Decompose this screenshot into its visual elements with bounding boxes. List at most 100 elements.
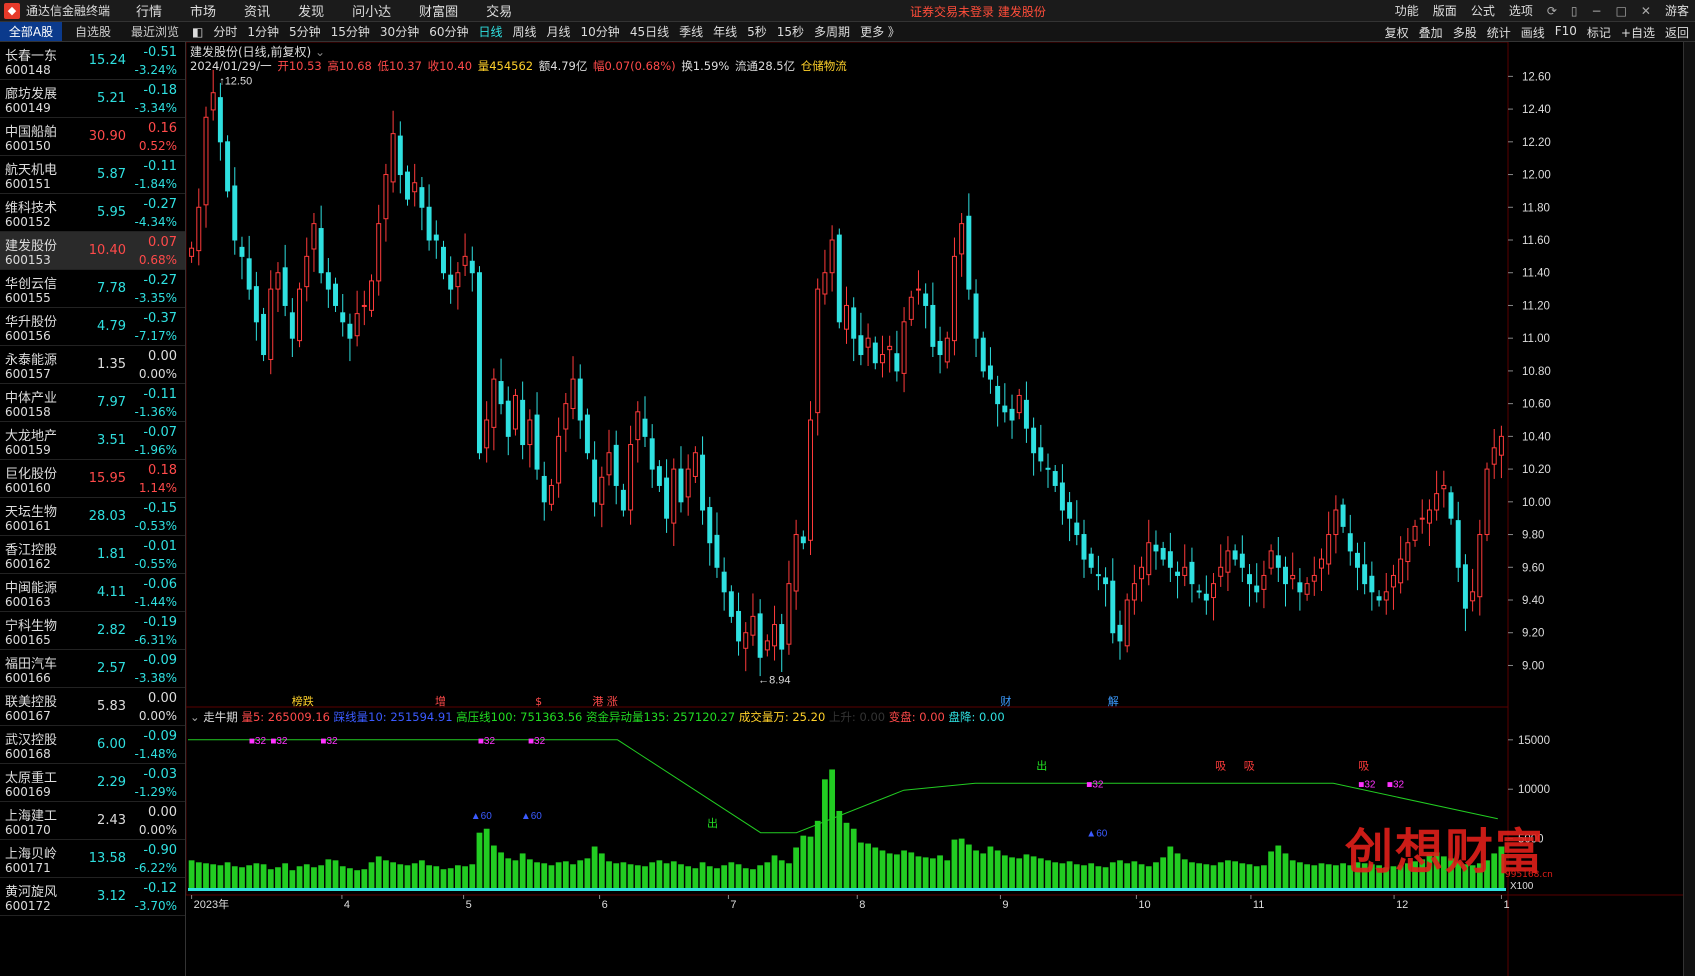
stock-row[interactable]: 宁科生物 600165 2.82 -0.19 -6.31%	[0, 612, 185, 650]
chart-tool-button[interactable]: 叠加	[1419, 24, 1443, 41]
candle-down	[1189, 561, 1195, 585]
period-tab[interactable]: 15分钟	[331, 23, 370, 40]
close-icon[interactable]: ✕	[1641, 4, 1651, 18]
stock-row[interactable]: 华创云信 600155 7.78 -0.27 -3.35%	[0, 270, 185, 308]
stock-change: 0.00	[148, 349, 177, 364]
menu-quotes[interactable]: 行情	[136, 1, 162, 20]
period-tab[interactable]: 30分钟	[380, 23, 419, 40]
period-tab[interactable]: 周线	[513, 23, 537, 40]
period-tab[interactable]: 60分钟	[429, 23, 468, 40]
period-tab[interactable]: 1分钟	[247, 23, 279, 40]
period-tab[interactable]: 更多 》	[860, 23, 900, 40]
stock-row[interactable]: 中国船舶 600150 30.90 0.16 0.52%	[0, 118, 185, 156]
tab-recent[interactable]: 最近浏览	[124, 22, 186, 41]
menu-trade[interactable]: 交易	[486, 1, 512, 20]
volume-bar	[1160, 857, 1167, 888]
guest-user[interactable]: 游客	[1665, 2, 1689, 19]
period-tab[interactable]: 分时	[213, 23, 237, 40]
volume-bar	[771, 855, 778, 888]
candle-up	[1470, 591, 1476, 602]
period-tab[interactable]: 日线	[478, 23, 502, 40]
tab-watchlist[interactable]: 自选股	[62, 22, 124, 41]
menu-layout[interactable]: 版面	[1433, 2, 1457, 19]
candle-down	[800, 536, 806, 544]
menu-news[interactable]: 资讯	[244, 1, 270, 20]
stock-code: 600156	[5, 329, 51, 343]
stock-row[interactable]: 建发股份 600153 10.40 0.07 0.68%	[0, 232, 185, 270]
menu-formula[interactable]: 公式	[1471, 2, 1495, 19]
menu-wealth[interactable]: 财富圈	[419, 1, 458, 20]
period-tab[interactable]: 10分钟	[581, 23, 620, 40]
stock-name: 太原重工	[5, 771, 58, 786]
candle-up	[570, 378, 576, 410]
candle-down	[217, 97, 223, 143]
volume-bar	[764, 862, 771, 888]
candle-down	[448, 274, 454, 290]
x-axis-label: 5	[466, 899, 472, 911]
period-tab[interactable]: 多周期	[814, 23, 850, 40]
period-tab[interactable]: 季线	[679, 23, 703, 40]
chart-tool-button[interactable]: 统计	[1487, 24, 1511, 41]
ohlc-sector[interactable]: 仓储物流	[801, 59, 847, 73]
period-tab[interactable]: 45日线	[630, 23, 669, 40]
stock-row[interactable]: 中闽能源 600163 4.11 -0.06 -1.44%	[0, 574, 185, 612]
stock-row[interactable]: 上海贝岭 600171 13.58 -0.90 -6.22%	[0, 840, 185, 878]
menu-ask[interactable]: 问小达	[352, 1, 391, 20]
candle-up	[203, 116, 209, 206]
stock-row[interactable]: 永泰能源 600157 1.35 0.00 0.00%	[0, 346, 185, 384]
stock-row[interactable]: 香江控股 600162 1.81 -0.01 -0.55%	[0, 536, 185, 574]
menu-discover[interactable]: 发现	[298, 1, 324, 20]
menu-options[interactable]: 选项	[1509, 2, 1533, 19]
stock-row[interactable]: 上海建工 600170 2.43 0.00 0.00%	[0, 802, 185, 840]
event-marker: 涨	[607, 695, 618, 708]
stock-row[interactable]: 廊坊发展 600149 5.21 -0.18 -3.34%	[0, 80, 185, 118]
refresh-icon[interactable]: ⟳	[1547, 4, 1557, 18]
stock-row[interactable]: 黄河旋风 600172 3.12 -0.12 -3.70%	[0, 878, 185, 916]
chart-tool-button[interactable]: 画线	[1521, 24, 1545, 41]
stock-row[interactable]: 联美控股 600167 5.83 0.00 0.00%	[0, 688, 185, 726]
stock-row[interactable]: 巨化股份 600160 15.95 0.18 1.14%	[0, 460, 185, 498]
stock-row[interactable]: 华升股份 600156 4.79 -0.37 -7.17%	[0, 308, 185, 346]
indicator-name[interactable]: 走牛期	[203, 710, 238, 724]
chart-tool-button[interactable]: 复权	[1385, 24, 1409, 41]
volume-bar	[483, 828, 490, 888]
chart-tool-button[interactable]: +自选	[1621, 24, 1655, 41]
stock-row[interactable]: 福田汽车 600166 2.57 -0.09 -3.38%	[0, 650, 185, 688]
stock-row[interactable]: 维科技术 600152 5.95 -0.27 -4.34%	[0, 194, 185, 232]
period-tab[interactable]: 月线	[547, 23, 571, 40]
candle-up	[297, 288, 303, 342]
candle-up	[915, 288, 921, 291]
stock-row[interactable]: 天坛生物 600161 28.03 -0.15 -0.53%	[0, 498, 185, 536]
menu-function[interactable]: 功能	[1395, 2, 1419, 19]
price-axis-label: 12.60	[1522, 71, 1551, 83]
minimize-icon[interactable]: −	[1592, 4, 1602, 18]
window-icon[interactable]: ▯	[1571, 4, 1578, 18]
tab-all-a[interactable]: 全部A股	[0, 22, 62, 41]
volume-bar	[1196, 863, 1203, 888]
maximize-icon[interactable]: □	[1616, 4, 1627, 18]
stock-row[interactable]: 长春一东 600148 15.24 -0.51 -3.24%	[0, 42, 185, 80]
volume-bar	[1145, 866, 1152, 888]
candle-up	[1441, 484, 1447, 490]
chart-tool-button[interactable]: 标记	[1587, 24, 1611, 41]
chart-tool-button[interactable]: F10	[1555, 24, 1577, 41]
period-tab[interactable]: 年线	[713, 23, 737, 40]
stock-row[interactable]: 武汉控股 600168 6.00 -0.09 -1.48%	[0, 726, 185, 764]
chevron-down-icon[interactable]: ⌄	[315, 45, 325, 59]
stock-row[interactable]: 大龙地产 600159 3.51 -0.07 -1.96%	[0, 422, 185, 460]
chart-tool-button[interactable]: 多股	[1453, 24, 1477, 41]
stock-row[interactable]: 航天机电 600151 5.87 -0.11 -1.84%	[0, 156, 185, 194]
candle-down	[253, 286, 259, 323]
period-tab[interactable]: 15秒	[777, 23, 804, 40]
period-tab[interactable]: 5分钟	[289, 23, 321, 40]
stock-row[interactable]: 中体产业 600158 7.97 -0.11 -1.36%	[0, 384, 185, 422]
period-tab[interactable]: 5秒	[747, 23, 767, 40]
candle-up	[685, 468, 691, 498]
volume-bar	[1009, 857, 1015, 888]
chart-tool-button[interactable]: 返回	[1665, 24, 1689, 41]
stock-row[interactable]: 太原重工 600169 2.29 -0.03 -1.29%	[0, 764, 185, 802]
volume-bar	[678, 864, 684, 888]
menu-market[interactable]: 市场	[190, 1, 216, 20]
sidebar-toggle-icon[interactable]: ◧	[192, 25, 203, 39]
indicator-collapse-icon[interactable]: ⌄	[190, 710, 200, 724]
